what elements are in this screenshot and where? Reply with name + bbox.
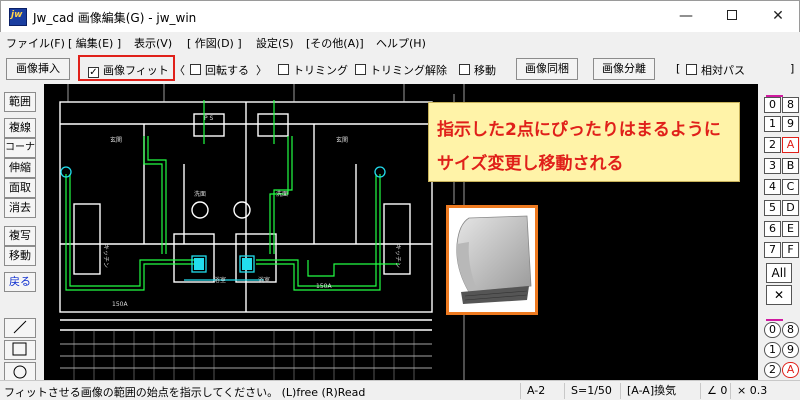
image-separate-button[interactable]: 画像分離 xyxy=(593,58,655,80)
inserted-image-frame[interactable] xyxy=(446,205,538,315)
layer-3[interactable]: 3 xyxy=(764,158,781,174)
tool-copy[interactable]: 複写 xyxy=(4,226,36,246)
line-icon xyxy=(13,320,27,334)
title-bar: jw Jw_cad 画像編集(G) - jw_win — ✕ xyxy=(0,0,800,32)
label-washroom-1: 洗面 xyxy=(194,190,206,198)
close-button[interactable]: ✕ xyxy=(755,1,800,31)
annotation-note: 指示した2点にぴったりはまるように サイズ変更し移動される xyxy=(428,102,740,182)
layer-e[interactable]: E xyxy=(782,221,799,237)
maximize-button[interactable] xyxy=(709,1,755,31)
annotation-line-2: サイズ変更し移動される xyxy=(437,154,624,174)
label-entrance-1: 玄関 xyxy=(110,136,122,144)
rectangle-icon xyxy=(12,342,27,356)
all-layers-button[interactable]: All xyxy=(766,263,792,283)
label-kitchen-1: キッチン xyxy=(102,244,109,268)
layer-f[interactable]: F xyxy=(782,242,799,258)
layer-1[interactable]: 1 xyxy=(764,116,781,132)
circle-tool-button[interactable] xyxy=(4,362,36,382)
fit-image-highlight xyxy=(78,55,175,81)
status-angle[interactable]: ∠ 0 xyxy=(700,383,730,399)
group-indicator xyxy=(766,319,783,321)
tool-stretch[interactable]: 伸縮 xyxy=(4,158,36,178)
image-bundle-button[interactable]: 画像同梱 xyxy=(516,58,578,80)
rotate-checkbox[interactable]: 回転する xyxy=(190,62,249,78)
layer-0[interactable]: 0 xyxy=(764,97,781,113)
annotation-line-1: 指示した2点にぴったりはまるように xyxy=(437,120,721,140)
group-8[interactable]: 8 xyxy=(782,322,799,338)
layer-8[interactable]: 8 xyxy=(782,97,799,113)
menu-file[interactable]: ファイル(F) xyxy=(6,35,65,51)
menu-other[interactable]: [その他(A)] xyxy=(306,35,364,51)
bracket-open: [ xyxy=(676,62,681,75)
group-a-active[interactable]: A xyxy=(782,362,799,378)
clear-layers-button[interactable]: ✕ xyxy=(766,285,792,305)
group-2[interactable]: 2 xyxy=(764,362,781,378)
layer-9[interactable]: 9 xyxy=(782,116,799,132)
bracket-close: ] xyxy=(790,62,795,75)
checkbox-icon xyxy=(686,64,697,75)
vent-hood-image xyxy=(449,208,535,312)
label-entrance-2: 玄関 xyxy=(336,136,348,144)
window-title: Jw_cad 画像編集(G) - jw_win xyxy=(33,11,197,25)
paren-open: 〈 xyxy=(174,64,185,77)
menu-edit[interactable]: [ 編集(E) ] xyxy=(68,35,121,51)
tool-parallel-line[interactable]: 複線 xyxy=(4,118,36,138)
checkbox-icon xyxy=(190,64,201,75)
layer-7[interactable]: 7 xyxy=(764,242,781,258)
tool-undo[interactable]: 戻る xyxy=(4,272,36,292)
menu-bar: ファイル(F) [ 編集(E) ] 表示(V) [ 作図(D) ] 設定(S) … xyxy=(0,32,800,52)
trimming-checkbox[interactable]: トリミング xyxy=(278,62,348,78)
status-scale[interactable]: S=1/50 xyxy=(564,383,620,399)
layer-b[interactable]: B xyxy=(782,158,799,174)
layer-6[interactable]: 6 xyxy=(764,221,781,237)
label-bath-2: 浴室 xyxy=(258,276,270,284)
rectangle-tool-button[interactable] xyxy=(4,340,36,360)
checkbox-icon xyxy=(459,64,470,75)
layer-c[interactable]: C xyxy=(782,179,799,195)
minimize-button[interactable]: — xyxy=(663,1,709,31)
group-9[interactable]: 9 xyxy=(782,342,799,358)
checkbox-icon xyxy=(355,64,366,75)
jwcad-app-icon: jw xyxy=(9,8,27,26)
label-washroom-2: 洗面 xyxy=(276,190,288,198)
layer-a-active[interactable]: A xyxy=(782,137,799,153)
relative-path-checkbox[interactable]: 相対パス xyxy=(686,62,745,78)
layer-4[interactable]: 4 xyxy=(764,179,781,195)
status-multiplier[interactable]: × 0.3 xyxy=(730,383,790,399)
layer-2[interactable]: 2 xyxy=(764,137,781,153)
move-checkbox[interactable]: 移動 xyxy=(459,62,496,78)
label-bath-1: 浴室 xyxy=(214,276,226,284)
label-dim-150a-1: 150A xyxy=(112,301,128,308)
group-1[interactable]: 1 xyxy=(764,342,781,358)
menu-view[interactable]: 表示(V) xyxy=(134,35,172,51)
left-tool-panel: 範囲 複線 コーナー 伸縮 面取 消去 複写 移動 戻る xyxy=(0,84,44,382)
status-paper-size[interactable]: A-2 xyxy=(520,383,564,399)
maximize-icon xyxy=(727,10,737,20)
layer-5[interactable]: 5 xyxy=(764,200,781,216)
layer-d[interactable]: D xyxy=(782,200,799,216)
status-message: フィットさせる画像の範囲の始点を指示してください。 (L)free (R)Rea… xyxy=(4,386,366,399)
label-dim-150a-2: 150A xyxy=(316,283,332,290)
tool-corner[interactable]: コーナー xyxy=(4,138,36,171)
menu-help[interactable]: ヘルプ(H) xyxy=(376,35,426,51)
label-kitchen-2: キッチン xyxy=(394,244,401,268)
group-0[interactable]: 0 xyxy=(764,322,781,338)
circle-icon xyxy=(13,365,27,379)
tool-erase[interactable]: 消去 xyxy=(4,198,36,218)
insert-image-button[interactable]: 画像挿入 xyxy=(6,58,70,80)
checkbox-icon xyxy=(278,64,289,75)
label-ps: P S xyxy=(204,115,214,122)
line-tool-button[interactable] xyxy=(4,318,36,338)
tool-chamfer[interactable]: 面取 xyxy=(4,178,36,198)
status-layer[interactable]: [A-A]換気 xyxy=(620,383,700,399)
status-bar: フィットさせる画像の範囲の始点を指示してください。 (L)free (R)Rea… xyxy=(0,380,800,400)
tool-range[interactable]: 範囲 xyxy=(4,92,36,112)
paren-close: 〉 xyxy=(256,64,267,77)
menu-settings[interactable]: 設定(S) xyxy=(256,35,294,51)
menu-draw[interactable]: [ 作図(D) ] xyxy=(187,35,242,51)
trimming-release-checkbox[interactable]: トリミング解除 xyxy=(355,62,447,78)
tool-move[interactable]: 移動 xyxy=(4,246,36,266)
